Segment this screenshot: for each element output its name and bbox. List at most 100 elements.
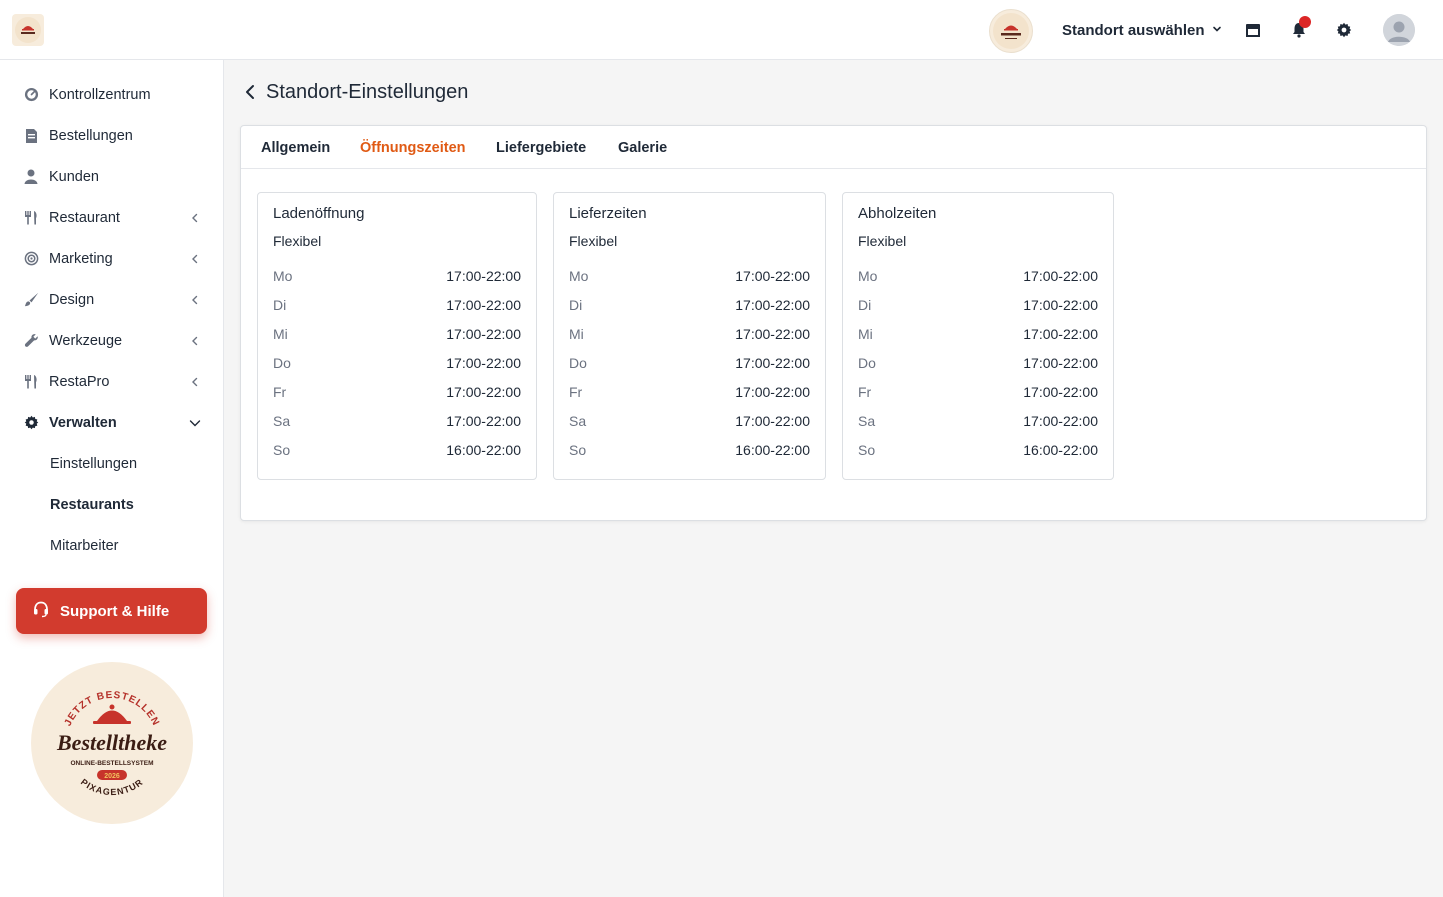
hours-time: 17:00-22:00 bbox=[1023, 355, 1098, 371]
hours-row: So 16:00-22:00 bbox=[569, 442, 810, 462]
chevron-left-icon bbox=[188, 375, 202, 389]
receipt-icon bbox=[22, 127, 40, 145]
dashboard-icon bbox=[22, 86, 40, 104]
sidebar-item-werkzeuge[interactable]: Werkzeuge bbox=[0, 320, 224, 361]
hours-row: So 16:00-22:00 bbox=[858, 442, 1098, 462]
hours-day: Fr bbox=[569, 384, 583, 400]
sidebar-item-design[interactable]: Design bbox=[0, 279, 224, 320]
hours-time: 17:00-22:00 bbox=[446, 268, 521, 284]
sidebar-subitem-einstellungen[interactable]: Einstellungen bbox=[0, 443, 224, 484]
hours-time: 17:00-22:00 bbox=[1023, 384, 1098, 400]
hours-day: Di bbox=[273, 297, 287, 313]
chevron-down-icon bbox=[188, 416, 202, 430]
hours-box-ladenoeffnung: Ladenöffnung Flexibel Mo 17:00-22:00 Di 17… bbox=[257, 192, 537, 480]
top-bar: Standort auswählen bbox=[0, 0, 1443, 60]
hours-box-lieferzeiten: Lieferzeiten Flexibel Mo 17:00-22:00 Di 17… bbox=[553, 192, 826, 480]
back-arrow-icon[interactable] bbox=[240, 82, 260, 102]
hours-day: Do bbox=[858, 355, 876, 371]
chevron-left-icon bbox=[188, 252, 202, 266]
hours-row: Do 17:00-22:00 bbox=[569, 355, 810, 375]
location-logo bbox=[989, 9, 1033, 53]
app-logo[interactable] bbox=[12, 14, 44, 46]
sidebar-subitem-mitarbeiter[interactable]: Mitarbeiter bbox=[0, 525, 224, 566]
gear-icon bbox=[22, 414, 40, 432]
hours-day: Mo bbox=[273, 268, 293, 284]
hours-row: Sa 17:00-22:00 bbox=[273, 413, 521, 433]
wrench-icon bbox=[22, 332, 40, 350]
support-button-label: Support & Hilfe bbox=[60, 602, 170, 620]
store-icon[interactable] bbox=[1243, 20, 1263, 40]
hours-row: Mo 17:00-22:00 bbox=[569, 268, 810, 288]
hours-row: Mo 17:00-22:00 bbox=[858, 268, 1098, 288]
bell-icon[interactable] bbox=[1289, 16, 1311, 40]
hours-day: Sa bbox=[858, 413, 876, 429]
chevron-left-icon bbox=[188, 334, 202, 348]
hours-time: 17:00-22:00 bbox=[735, 384, 810, 400]
chevron-left-icon bbox=[188, 211, 202, 225]
hours-day: Fr bbox=[273, 384, 287, 400]
badge-year-text: 2026 bbox=[104, 773, 120, 780]
hours-box-mode: Flexibel bbox=[858, 233, 907, 249]
hours-day: Do bbox=[273, 355, 291, 371]
hours-box-mode: Flexibel bbox=[569, 233, 618, 249]
tab-galerie[interactable]: Galerie bbox=[618, 140, 667, 156]
hours-row: Mi 17:00-22:00 bbox=[858, 326, 1098, 346]
hours-row: Mi 17:00-22:00 bbox=[569, 326, 810, 346]
hours-box-abholzeiten: Abholzeiten Flexibel Mo 17:00-22:00 Di 17:… bbox=[842, 192, 1114, 480]
hours-day: Sa bbox=[569, 413, 587, 429]
hours-time: 17:00-22:00 bbox=[735, 326, 810, 342]
sidebar-item-verwalten[interactable]: Verwalten bbox=[0, 402, 224, 443]
sidebar-item-label: Kontrollzentrum bbox=[49, 86, 151, 103]
sidebar-item-kontrollzentrum[interactable]: Kontrollzentrum bbox=[0, 74, 224, 115]
hours-day: So bbox=[858, 442, 876, 458]
sidebar-item-label: Marketing bbox=[49, 250, 113, 267]
hours-box-title: Abholzeiten bbox=[858, 205, 937, 222]
hours-box-mode: Flexibel bbox=[273, 233, 322, 249]
hours-row: Di 17:00-22:00 bbox=[569, 297, 810, 317]
brush-icon bbox=[22, 291, 40, 309]
sidebar-item-label: Verwalten bbox=[49, 414, 117, 431]
sidebar-subitem-label: Einstellungen bbox=[50, 455, 138, 472]
hours-day: So bbox=[569, 442, 587, 458]
user-avatar[interactable] bbox=[1383, 14, 1415, 46]
sidebar-item-restaurant[interactable]: Restaurant bbox=[0, 197, 224, 238]
hours-time: 16:00-22:00 bbox=[735, 442, 810, 458]
page-title: Standort-Einstellungen bbox=[266, 80, 469, 103]
sidebar-item-label: Kunden bbox=[49, 168, 99, 185]
sidebar-subitem-label: Restaurants bbox=[50, 496, 134, 513]
hours-row: Fr 17:00-22:00 bbox=[569, 384, 810, 404]
tab-bar: Allgemein Öffnungszeiten Liefergebiete G… bbox=[241, 126, 1426, 169]
sidebar-item-label: Werkzeuge bbox=[49, 332, 123, 349]
settings-card: Allgemein Öffnungszeiten Liefergebiete G… bbox=[240, 125, 1427, 521]
hours-row: Di 17:00-22:00 bbox=[273, 297, 521, 317]
hours-row: Sa 17:00-22:00 bbox=[569, 413, 810, 433]
tab-oeffnungszeiten[interactable]: Öffnungszeiten bbox=[360, 140, 466, 156]
support-button[interactable]: Support & Hilfe bbox=[16, 588, 207, 634]
sidebar-item-kunden[interactable]: Kunden bbox=[0, 156, 224, 197]
hours-row: Do 17:00-22:00 bbox=[273, 355, 521, 375]
hours-day: So bbox=[273, 442, 291, 458]
hours-day: Do bbox=[569, 355, 587, 371]
sidebar-item-restapro[interactable]: RestaPro bbox=[0, 361, 224, 402]
hours-row: Sa 17:00-22:00 bbox=[858, 413, 1098, 433]
gear-icon[interactable] bbox=[1334, 20, 1354, 40]
tab-liefergebiete[interactable]: Liefergebiete bbox=[496, 140, 586, 156]
hours-time: 17:00-22:00 bbox=[1023, 297, 1098, 313]
hours-day: Fr bbox=[858, 384, 872, 400]
sidebar-subitem-restaurants[interactable]: Restaurants bbox=[0, 484, 224, 525]
sidebar-item-label: Bestellungen bbox=[49, 127, 133, 144]
hours-day: Mo bbox=[858, 268, 878, 284]
hours-time: 17:00-22:00 bbox=[446, 326, 521, 342]
hours-time: 16:00-22:00 bbox=[446, 442, 521, 458]
sidebar-item-label: RestaPro bbox=[49, 373, 110, 390]
tab-allgemein[interactable]: Allgemein bbox=[261, 140, 330, 156]
hours-box-title: Ladenöffnung bbox=[273, 205, 365, 222]
sidebar-item-bestellungen[interactable]: Bestellungen bbox=[0, 115, 224, 156]
location-select[interactable]: Standort auswählen bbox=[1062, 20, 1223, 40]
hours-day: Sa bbox=[273, 413, 291, 429]
sidebar-subitem-label: Mitarbeiter bbox=[50, 537, 119, 554]
hours-day: Di bbox=[569, 297, 583, 313]
sidebar-item-label: Design bbox=[49, 291, 95, 308]
sidebar-item-marketing[interactable]: Marketing bbox=[0, 238, 224, 279]
hours-day: Mi bbox=[273, 326, 288, 342]
